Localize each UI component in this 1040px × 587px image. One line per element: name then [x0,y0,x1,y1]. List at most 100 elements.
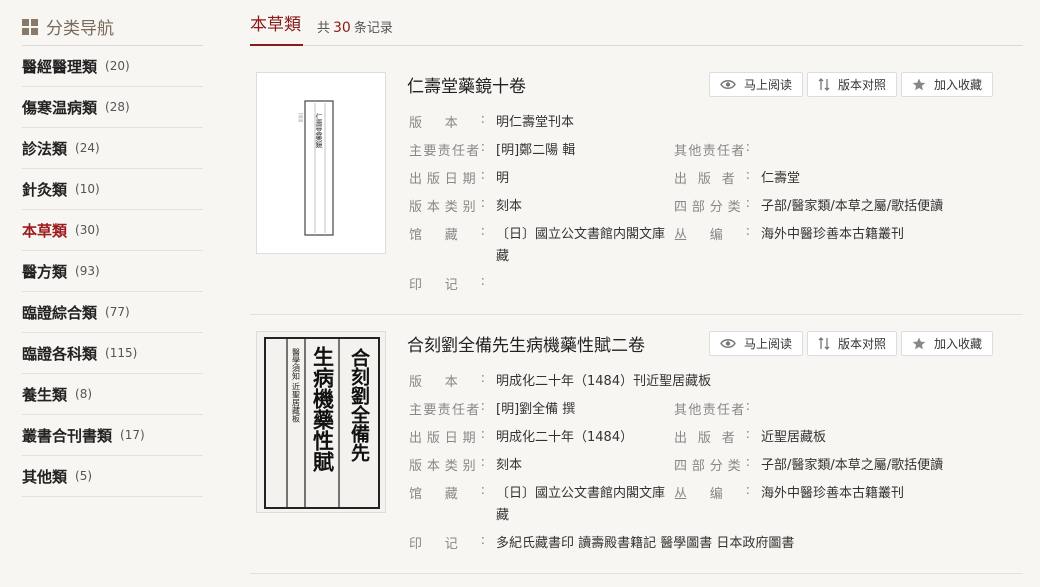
edition-label: 版本: [409,371,485,390]
sidebar-item[interactable]: 臨證綜合類 (77) [22,292,203,333]
read-now-button[interactable]: 马上阅读 [709,331,804,356]
sidebar-item-count: (28) [105,100,130,114]
edition-value: 明成化二十年（1484）刊近聖居藏板 [496,374,712,389]
count-suffix: 条记录 [353,21,393,36]
edition-value: 明仁壽堂刊本 [496,115,575,130]
sidebar-item-count: (20) [105,59,130,73]
record-title[interactable]: 合刻劉全備先生病機藥性賦二卷 [407,331,645,356]
publisher-label: 出版者: [674,168,750,187]
sidebar-item[interactable]: 診法類 (24) [22,128,203,169]
publisher-label: 出版者: [674,427,750,446]
classification-label: 四部分类: [674,455,750,474]
seals-label: 印记: [409,533,485,552]
holding-label: 馆藏: [409,483,485,502]
add-favorite-button[interactable]: 加入收藏 [901,72,994,97]
sidebar-item[interactable]: 養生類 (8) [22,374,203,415]
seals-label: 印记: [409,274,485,293]
sidebar-item-label: 醫方類 [22,262,68,281]
series-value: 海外中醫珍善本古籍叢刊 [761,486,905,501]
sidebar-item-count: (24) [75,141,100,155]
series-label: 丛编: [674,483,750,502]
sidebar-item-label: 臨證綜合類 [22,303,98,322]
book-cover-thumbnail[interactable]: 合刻劉全備先 生病機藥性賦 醫學須知 近聖居藏板 [256,331,386,513]
add-favorite-label: 加入收藏 [934,337,983,351]
sidebar-item-count: (77) [105,305,130,319]
page-title: 本草類 [250,8,303,46]
main-content: 本草類 共30条记录 仁壽堂藥鏡 ||||||| 仁壽堂藥鏡十卷 马上阅读 [250,8,1023,574]
record-item: 仁壽堂藥鏡 ||||||| 仁壽堂藥鏡十卷 马上阅读 版本对照 加入收藏 版本:… [250,62,1023,315]
sidebar-item[interactable]: 醫方類 (93) [22,251,203,292]
compare-editions-label: 版本对照 [838,78,887,92]
series-label: 丛编: [674,224,750,243]
sidebar-item[interactable]: 叢書合刊書類 (17) [22,415,203,456]
edition-type-value: 刻本 [496,199,523,214]
add-favorite-label: 加入收藏 [934,78,983,92]
svg-text:仁壽堂藥鏡: 仁壽堂藥鏡 [315,112,323,149]
holding-value: 〔日〕國立公文書館内閣文庫藏 [496,486,666,523]
sidebar-item[interactable]: 本草類 (30) [22,210,203,251]
sidebar-item-label: 叢書合刊書類 [22,426,113,445]
book-cover-image: 仁壽堂藥鏡 ||||||| [257,73,385,253]
edition-type-label: 版本类别: [409,455,485,474]
publisher-value: 近聖居藏板 [761,430,827,445]
book-cover-thumbnail[interactable]: 仁壽堂藥鏡 ||||||| [256,72,386,254]
category-sidebar: 分类导航 醫經醫理類 (20) 傷寒温病類 (28) 診法類 (24) 針灸類 (10) 本草類… [22,8,203,497]
sidebar-item-count: (10) [75,182,100,196]
record-fields: 版本: 明仁壽堂刊本 主要责任者: [明]鄭二陽 輯 其他责任者: 出版日期: … [409,110,1009,300]
other-responsible-label: 其他责任者: [674,399,750,418]
record-actions: 马上阅读 版本对照 加入收藏 [709,72,994,97]
sort-arrows-icon [818,78,830,91]
compare-editions-button[interactable]: 版本对照 [807,72,898,97]
add-favorite-button[interactable]: 加入收藏 [901,331,994,356]
sidebar-item-label: 醫經醫理類 [22,57,98,76]
edition-type-label: 版本类别: [409,196,485,215]
sidebar-item-count: (115) [105,346,138,360]
record-count: 共 30 条记录 [317,17,393,36]
edition-label: 版本: [409,112,485,131]
sidebar-item-count: (5) [75,469,93,483]
sidebar-item[interactable]: 醫經醫理類 (20) [22,46,203,87]
sidebar-item-count: (30) [75,223,100,237]
responsible-value: [明]劉全備 撰 [496,402,576,417]
record-title[interactable]: 仁壽堂藥鏡十卷 [407,72,526,97]
publisher-value: 仁壽堂 [761,171,801,186]
svg-text:|||||||: ||||||| [299,113,304,122]
sort-arrows-icon [818,337,830,350]
sidebar-item[interactable]: 其他類 (5) [22,456,203,497]
compare-editions-button[interactable]: 版本对照 [807,331,898,356]
sidebar-item-count: (8) [75,387,93,401]
record-item: 合刻劉全備先 生病機藥性賦 醫學須知 近聖居藏板 合刻劉全備先生病機藥性賦二卷 … [250,321,1023,574]
sidebar-item-label: 診法類 [22,139,68,158]
sidebar-item-label: 養生類 [22,385,68,404]
record-actions: 马上阅读 版本对照 加入收藏 [709,331,994,356]
responsible-label: 主要责任者: [409,140,485,159]
read-now-label: 马上阅读 [744,78,793,92]
pub-date-label: 出版日期: [409,427,485,446]
pub-date-value: 明 [496,171,510,186]
read-now-button[interactable]: 马上阅读 [709,72,804,97]
series-value: 海外中醫珍善本古籍叢刊 [761,227,905,242]
grid-icon [22,18,38,35]
other-responsible-label: 其他责任者: [674,140,750,159]
sidebar-item[interactable]: 傷寒温病類 (28) [22,87,203,128]
sidebar-item[interactable]: 臨證各科類 (115) [22,333,203,374]
read-now-label: 马上阅读 [744,337,793,351]
count-prefix: 共 [317,21,331,36]
sidebar-item-count: (93) [75,264,100,278]
star-icon [912,337,926,350]
pub-date-label: 出版日期: [409,168,485,187]
eye-icon [720,79,736,90]
sidebar-item[interactable]: 針灸類 (10) [22,169,203,210]
sidebar-item-label: 針灸類 [22,180,68,199]
sidebar-item-label: 臨證各科類 [22,344,98,363]
holding-value: 〔日〕國立公文書館内閣文庫藏 [496,227,666,264]
compare-editions-label: 版本对照 [838,337,887,351]
main-header: 本草類 共 30 条记录 [250,8,1023,46]
responsible-label: 主要责任者: [409,399,485,418]
sidebar-item-count: (17) [120,428,145,442]
classification-value: 子部/醫家類/本草之屬/歌括便讀 [761,458,944,473]
holding-label: 馆藏: [409,224,485,243]
record-fields: 版本: 明成化二十年（1484）刊近聖居藏板 主要责任者: [明]劉全備 撰 其… [409,369,1009,559]
sidebar-item-label: 傷寒温病類 [22,98,98,117]
svg-text:合刻劉全備先: 合刻劉全備先 [348,347,371,463]
